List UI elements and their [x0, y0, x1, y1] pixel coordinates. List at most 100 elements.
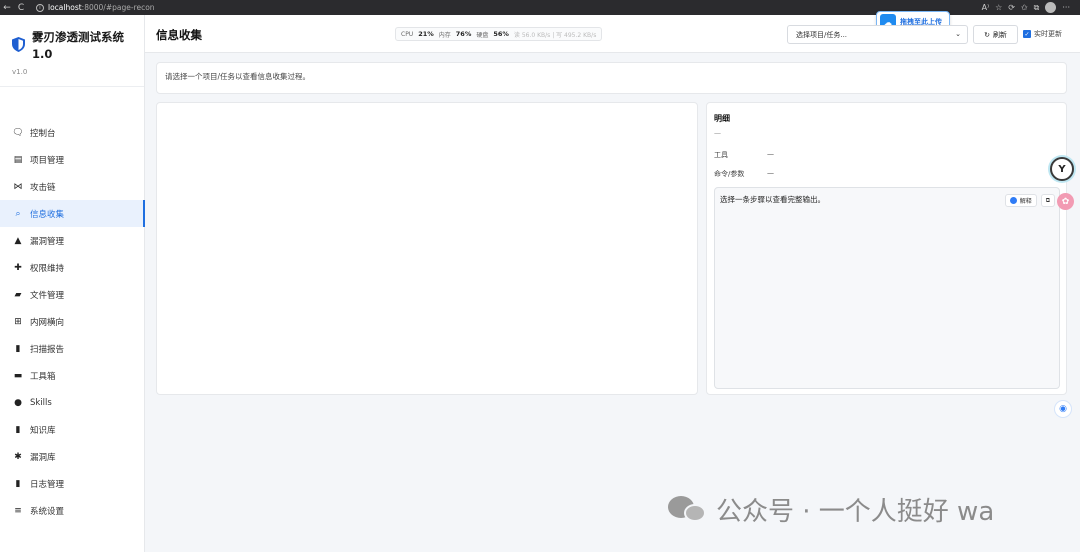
tree-icon: ▤	[13, 154, 23, 165]
sidebar-item-2[interactable]: ⋈ 攻击链	[0, 173, 145, 200]
sidebar-item-3[interactable]: ⌕ 信息收集	[0, 200, 145, 227]
warning-icon: ▲	[14, 235, 22, 246]
assistant-float-icon[interactable]: Y	[1050, 157, 1074, 181]
chevron-down-icon: ⌄	[955, 30, 961, 38]
sidebar-item-12[interactable]: ✱ 漏洞库	[0, 443, 145, 470]
pin-icon: ✚	[14, 262, 22, 273]
app-version: v1.0	[12, 68, 28, 76]
app-title: 雾刃渗透测试系统 1.0	[32, 30, 124, 61]
ai-icon	[1009, 197, 1017, 204]
sliders-icon: ≡	[14, 505, 22, 516]
cmd-value: —	[767, 169, 774, 177]
detail-title: 明细	[714, 114, 730, 123]
brand: 雾刃渗透测试系统 1.0 v1.0	[0, 15, 144, 87]
realtime-toggle[interactable]: ✓ 实时更新	[1023, 29, 1062, 39]
cmd-label: 命令/参数	[714, 170, 745, 178]
extensions-icon[interactable]: ⟳	[1008, 3, 1015, 12]
sidebar-item-label: Skills	[30, 397, 52, 408]
url-path: :8000/#page-recon	[81, 3, 155, 12]
sidebar-item-label: 信息收集	[30, 209, 65, 220]
detail-panel: 明细 — 工具 — 命令/参数 — 选择一条步骤以查看完整输出。 解释 ⧉	[706, 102, 1067, 395]
sidebar-item-label: 系统设置	[30, 506, 65, 517]
browser-tools: A⁾ ☆ ⟳ ✩ ⧉ ···	[982, 2, 1080, 13]
shield-icon	[12, 37, 25, 52]
favorites-icon[interactable]: ✩	[1021, 3, 1028, 12]
book-icon: ▮	[15, 424, 21, 435]
cpu-value: 21%	[418, 30, 434, 38]
detail-summary: —	[714, 129, 721, 137]
brain-icon: ●	[14, 397, 22, 408]
sidebar-item-9[interactable]: ▬ 工具箱	[0, 362, 145, 389]
mem-value: 76%	[455, 30, 472, 38]
sidebar-item-11[interactable]: ▮ 知识库	[0, 416, 145, 443]
copy-button[interactable]: ⧉	[1040, 194, 1055, 207]
sidebar-item-7[interactable]: ⊞ 内网横向	[0, 308, 145, 335]
more-icon[interactable]: ···	[1062, 3, 1070, 12]
sidebar-item-8[interactable]: ▮ 扫描报告	[0, 335, 145, 362]
sidebar-item-1[interactable]: ▤ 项目管理	[0, 146, 145, 173]
favorite-star-icon[interactable]: ☆	[995, 3, 1002, 12]
sidebar-item-label: 漏洞库	[30, 452, 56, 463]
toolbox-icon: ▬	[13, 370, 23, 381]
chat-float-icon[interactable]: ◉	[1054, 400, 1072, 418]
watermark: 公众号 · 一个人挺好 wa	[668, 490, 994, 528]
output-text: 选择一条步骤以查看完整输出。	[720, 195, 825, 204]
sidebar-item-label: 日志管理	[30, 479, 65, 490]
address-bar[interactable]: i localhost:8000/#page-recon	[36, 2, 155, 13]
sidebar-item-label: 扫描报告	[30, 344, 65, 355]
sidebar-item-label: 权限维持	[30, 263, 65, 274]
sidebar-item-label: 漏洞管理	[30, 236, 65, 247]
wechat-logo-icon	[668, 494, 708, 524]
sidebar-item-6[interactable]: ▰ 文件管理	[0, 281, 145, 308]
sidebar-item-label: 知识库	[30, 425, 56, 436]
sidebar-item-label: 工具箱	[30, 371, 56, 382]
sidebar-menu: 🗨 控制台 ▤ 项目管理 ⋈ 攻击链 ⌕ 信息收集 ▲ 漏洞管理 ✚ 权限维持 ▰ 文件管理 ⊞ 内网横向 ▮ 扫…	[0, 119, 145, 524]
refresh-button[interactable]: ↻ 刷新	[973, 25, 1018, 44]
cpu-label: CPU	[401, 30, 414, 38]
clipboard-icon: ▮	[15, 478, 21, 489]
flower-float-icon[interactable]: ✿	[1057, 193, 1074, 210]
recon-steps-panel	[156, 102, 698, 395]
chain-icon: ⋈	[13, 181, 23, 192]
sidebar-item-label: 项目管理	[30, 155, 65, 166]
tool-label: 工具	[714, 151, 728, 159]
collections-icon[interactable]: ⧉	[1034, 3, 1040, 13]
sidebar: 雾刃渗透测试系统 1.0 v1.0 🗨 控制台 ▤ 项目管理 ⋈ 攻击链 ⌕ 信息收集 ▲ 漏洞管…	[0, 15, 145, 552]
site-info-icon[interactable]: i	[36, 3, 44, 12]
mem-label: 内存	[438, 31, 451, 39]
realtime-checkbox[interactable]: ✓	[1023, 30, 1031, 38]
sidebar-item-10[interactable]: ● Skills	[0, 389, 145, 416]
sidebar-item-label: 文件管理	[30, 290, 65, 301]
sidebar-item-14[interactable]: ≡ 系统设置	[0, 497, 145, 524]
reload-icon[interactable]: C	[14, 0, 28, 15]
watermark-text: 公众号 · 一个人挺好 wa	[716, 496, 995, 527]
hint-text: 请选择一个项目/任务以查看信息收集过程。	[165, 72, 311, 81]
refresh-label: 刷新	[992, 30, 1007, 39]
sidebar-item-13[interactable]: ▮ 日志管理	[0, 470, 145, 497]
detail-tool-row: 工具 —	[714, 150, 774, 160]
read-aloud-icon[interactable]: A⁾	[982, 3, 989, 12]
file-icon: ▮	[15, 343, 21, 354]
detail-cmd-row: 命令/参数 —	[714, 169, 774, 179]
explain-button[interactable]: 解释	[1004, 194, 1037, 207]
search-icon: ⌕	[15, 208, 21, 219]
explain-label: 解释	[1019, 198, 1032, 205]
bug-icon: ✱	[14, 451, 22, 462]
output-box[interactable]: 选择一条步骤以查看完整输出。 解释 ⧉	[714, 187, 1060, 389]
profile-avatar[interactable]	[1045, 2, 1057, 13]
sidebar-item-label: 内网横向	[30, 317, 65, 328]
project-select[interactable]: 选择项目/任务... ⌄	[787, 25, 968, 44]
back-icon[interactable]: ←	[0, 0, 14, 15]
project-select-value: 选择项目/任务...	[796, 30, 848, 39]
sidebar-item-label: 攻击链	[30, 182, 56, 193]
realtime-label: 实时更新	[1034, 30, 1062, 38]
sidebar-item-0[interactable]: 🗨 控制台	[0, 119, 145, 146]
sidebar-item-4[interactable]: ▲ 漏洞管理	[0, 227, 145, 254]
page-title: 信息收集	[156, 28, 202, 42]
system-stats: CPU 21% 内存 76% 硬盘 56% 读 56.0 KB/s | 写 49…	[395, 27, 603, 41]
tool-value: —	[767, 150, 774, 158]
chat-icon: 🗨	[12, 127, 24, 138]
hint-banner: 请选择一个项目/任务以查看信息收集过程。	[156, 62, 1067, 94]
disk-label: 硬盘	[476, 31, 489, 39]
sidebar-item-5[interactable]: ✚ 权限维持	[0, 254, 145, 281]
